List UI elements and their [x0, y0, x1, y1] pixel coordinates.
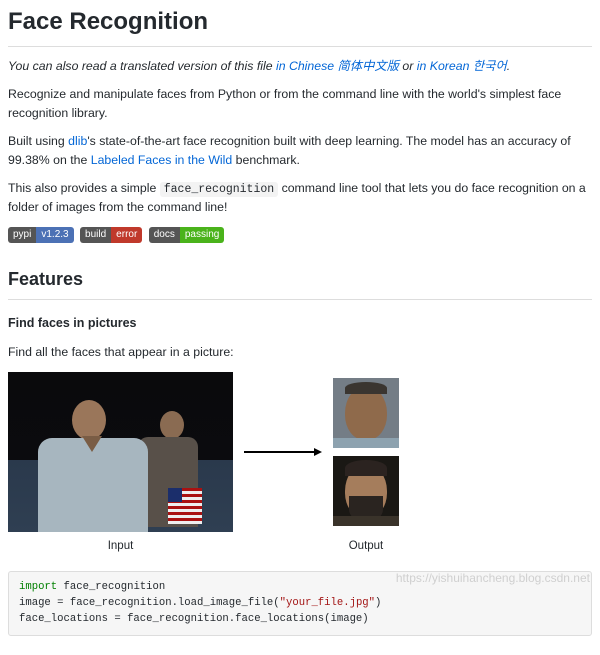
find-faces-sub: Find all the faces that appear in a pict… [8, 343, 592, 361]
output-face-1 [333, 378, 399, 448]
caption-row: Input Output [8, 538, 592, 555]
badge-value: error [111, 227, 142, 243]
intro-lead: You can also read a translated version o… [8, 59, 276, 73]
badges-row: pypiv1.2.3 builderror docspassing [8, 227, 592, 248]
badge-docs[interactable]: docspassing [149, 227, 225, 243]
badge-label: docs [149, 227, 180, 243]
badge-value: passing [180, 227, 224, 243]
badge-pypi[interactable]: pypiv1.2.3 [8, 227, 74, 243]
link-korean[interactable]: in Korean 한국어 [417, 59, 507, 73]
input-image [8, 372, 233, 532]
badge-label: pypi [8, 227, 36, 243]
caption-input: Input [8, 538, 233, 555]
cli-paragraph: This also provides a simple face_recogni… [8, 179, 592, 217]
intro-tail: . [507, 59, 510, 73]
badge-build[interactable]: builderror [80, 227, 142, 243]
intro-mid: or [399, 59, 417, 73]
arrow-icon [233, 442, 333, 460]
caption-output: Output [333, 538, 399, 555]
us-flag-icon [168, 488, 202, 524]
intro-paragraph: You can also read a translated version o… [8, 57, 592, 75]
built-paragraph: Built using dlib's state-of-the-art face… [8, 132, 592, 169]
code-block: import face_recognition image = face_rec… [8, 571, 592, 637]
find-faces-heading: Find faces in pictures [8, 314, 592, 333]
features-heading: Features [8, 266, 592, 300]
person-front-icon [38, 392, 158, 532]
page-title: Face Recognition [8, 4, 592, 47]
badge-value: v1.2.3 [36, 227, 73, 243]
badge-label: build [80, 227, 111, 243]
output-column [333, 378, 399, 526]
recognize-paragraph: Recognize and manipulate faces from Pyth… [8, 85, 592, 122]
link-dlib[interactable]: dlib [68, 134, 87, 148]
link-chinese[interactable]: in Chinese 简体中文版 [276, 59, 399, 73]
example-row [8, 372, 592, 532]
output-face-2 [333, 456, 399, 526]
link-lfw[interactable]: Labeled Faces in the Wild [91, 153, 233, 167]
cli-code: face_recognition [160, 182, 278, 197]
